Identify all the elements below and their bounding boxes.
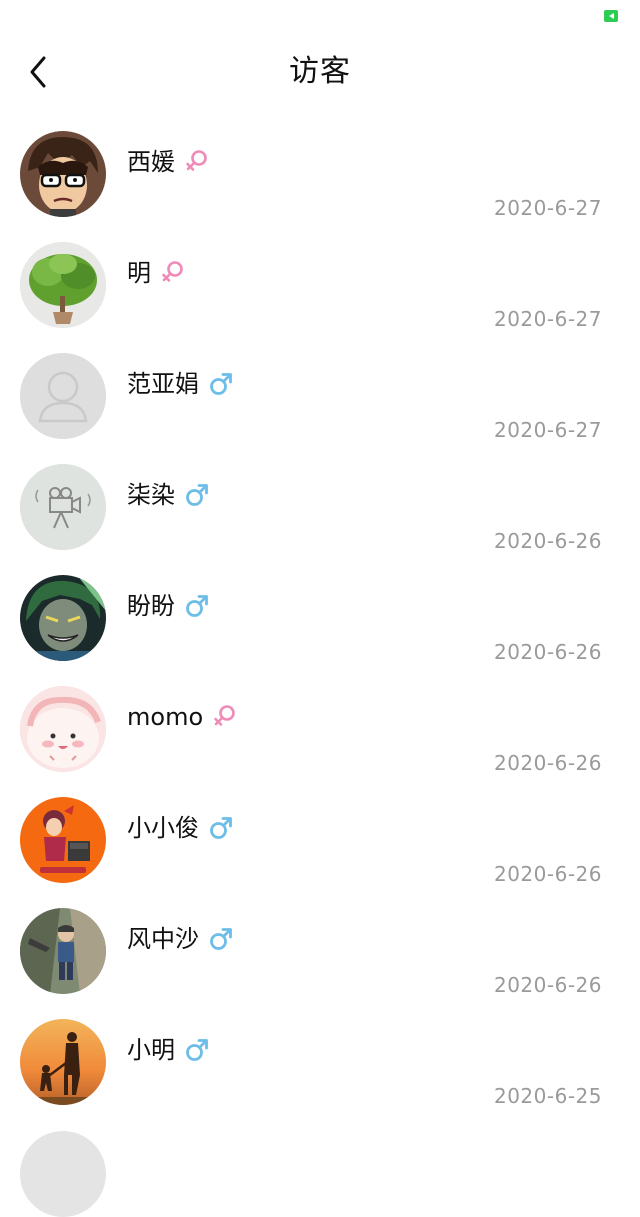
list-item[interactable]: 西媛 2020-6-27 — [0, 120, 640, 231]
name-wrap: momo — [127, 699, 237, 735]
list-item[interactable]: 小小俊 2020-6-26 — [0, 786, 640, 897]
avatar[interactable] — [20, 242, 106, 328]
male-icon — [185, 1037, 209, 1063]
visitor-name: 明 — [127, 259, 151, 287]
name-wrap: 小小俊 — [127, 810, 233, 846]
female-icon — [213, 704, 237, 730]
visit-date: 2020-6-25 — [493, 1084, 602, 1108]
visitor-name: 西媛 — [127, 148, 175, 176]
avatar[interactable] — [20, 1131, 106, 1217]
male-icon — [209, 926, 233, 952]
avatar[interactable] — [20, 686, 106, 772]
visit-date: 2020-6-27 — [493, 196, 602, 220]
avatar[interactable] — [20, 797, 106, 883]
male-icon — [209, 815, 233, 841]
visitor-name: 风中沙 — [127, 925, 199, 953]
nav-bar: 访客 — [0, 38, 640, 108]
list-item[interactable]: 范亚娟 2020-6-27 — [0, 342, 640, 453]
name-wrap: 风中沙 — [127, 921, 233, 957]
male-icon — [185, 593, 209, 619]
avatar[interactable] — [20, 908, 106, 994]
female-icon — [161, 260, 185, 286]
list-item[interactable]: 明 2020-6-27 — [0, 231, 640, 342]
battery-icon — [604, 10, 618, 22]
visitor-name: momo — [127, 703, 204, 731]
list-item[interactable]: 柒染 2020-6-26 — [0, 453, 640, 564]
avatar[interactable] — [20, 1019, 106, 1105]
list-item[interactable]: 盼盼 2020-6-26 — [0, 564, 640, 675]
visitor-name: 柒染 — [127, 481, 175, 509]
visitor-list: 西媛 2020-6-27 明 2020-6-27 范亚娟 2020-6-27 柒… — [0, 120, 640, 1119]
female-icon — [185, 149, 209, 175]
page-title: 访客 — [289, 54, 351, 89]
visit-date: 2020-6-26 — [493, 973, 602, 997]
visit-date: 2020-6-26 — [493, 640, 602, 664]
visitor-name: 盼盼 — [127, 592, 175, 620]
visitor-name: 小小俊 — [127, 814, 199, 842]
name-wrap: 小明 — [127, 1032, 209, 1068]
avatar[interactable] — [20, 575, 106, 661]
name-wrap: 西媛 — [127, 144, 209, 180]
list-item[interactable]: 风中沙 2020-6-26 — [0, 897, 640, 1008]
name-wrap: 盼盼 — [127, 588, 209, 624]
visitor-name: 小明 — [127, 1036, 175, 1064]
avatar[interactable] — [20, 131, 106, 217]
list-item[interactable]: 小明 2020-6-25 — [0, 1008, 640, 1119]
visit-date: 2020-6-26 — [493, 862, 602, 886]
visit-date: 2020-6-27 — [493, 418, 602, 442]
name-wrap: 柒染 — [127, 477, 209, 513]
status-bar — [0, 0, 640, 30]
name-wrap: 明 — [127, 255, 185, 291]
avatar[interactable] — [20, 353, 106, 439]
visit-date: 2020-6-26 — [493, 529, 602, 553]
male-icon — [209, 371, 233, 397]
visit-date: 2020-6-27 — [493, 307, 602, 331]
visitor-name: 范亚娟 — [127, 370, 199, 398]
list-item[interactable]: momo 2020-6-26 — [0, 675, 640, 786]
visit-date: 2020-6-26 — [493, 751, 602, 775]
male-icon — [185, 482, 209, 508]
name-wrap: 范亚娟 — [127, 366, 233, 402]
avatar[interactable] — [20, 464, 106, 550]
